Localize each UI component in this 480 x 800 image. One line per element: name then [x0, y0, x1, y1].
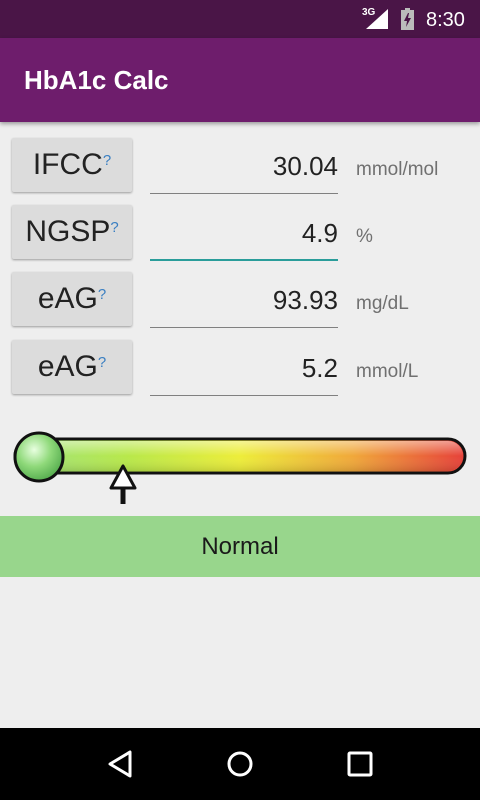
eag-mmol-button-label: eAG	[37, 350, 98, 383]
help-mark: ?	[102, 152, 112, 169]
eag-mmol-unit-button[interactable]: eAG?	[12, 340, 132, 394]
eag-mmol-row: eAG? 5.2 mmol/L	[0, 340, 480, 400]
home-icon[interactable]	[210, 742, 270, 786]
eag-mgdl-value-input[interactable]: 93.93	[150, 280, 338, 328]
battery-charging-icon	[401, 8, 414, 30]
eag-mgdl-unit-button[interactable]: eAG?	[12, 272, 132, 326]
ifcc-unit-label: mmol/mol	[356, 159, 439, 180]
ngsp-value-input[interactable]: 4.9	[150, 213, 338, 261]
back-icon[interactable]	[90, 742, 150, 786]
app-title: HbA1c Calc	[24, 65, 169, 95]
signal-icon	[366, 9, 388, 29]
help-mark: ?	[110, 219, 119, 236]
green-knob-icon	[13, 431, 65, 483]
status-banner: Normal	[0, 516, 480, 577]
app-bar: HbA1c Calc	[0, 38, 480, 122]
ifcc-value-input[interactable]: 30.04	[150, 146, 338, 194]
ifcc-unit-button[interactable]: IFCC?	[12, 138, 132, 192]
eag-mmol-unit-label: mmol/L	[356, 361, 419, 382]
ngsp-unit-button[interactable]: NGSP?	[12, 205, 132, 259]
ifcc-row: IFCC? 30.04 mmol/mol	[0, 138, 480, 198]
eag-mgdl-row: eAG? 93.93 mg/dL	[0, 272, 480, 332]
help-mark: ?	[97, 286, 107, 303]
ngsp-unit-label: %	[356, 226, 373, 247]
ngsp-row: NGSP? 4.9 %	[0, 205, 480, 265]
hba1c-gauge	[13, 431, 467, 504]
help-mark: ?	[97, 354, 107, 371]
navigation-bar	[0, 728, 480, 800]
eag-mgdl-button-label: eAG	[37, 282, 98, 315]
clock: 8:30	[426, 9, 465, 31]
ifcc-button-label: IFCC	[32, 148, 103, 181]
recents-icon[interactable]	[330, 742, 390, 786]
status-bar: 3G 8:30	[0, 0, 480, 38]
eag-mmol-value-input[interactable]: 5.2	[150, 348, 338, 396]
ngsp-button-label: NGSP	[25, 215, 111, 248]
eag-mgdl-unit-label: mg/dL	[356, 293, 409, 314]
